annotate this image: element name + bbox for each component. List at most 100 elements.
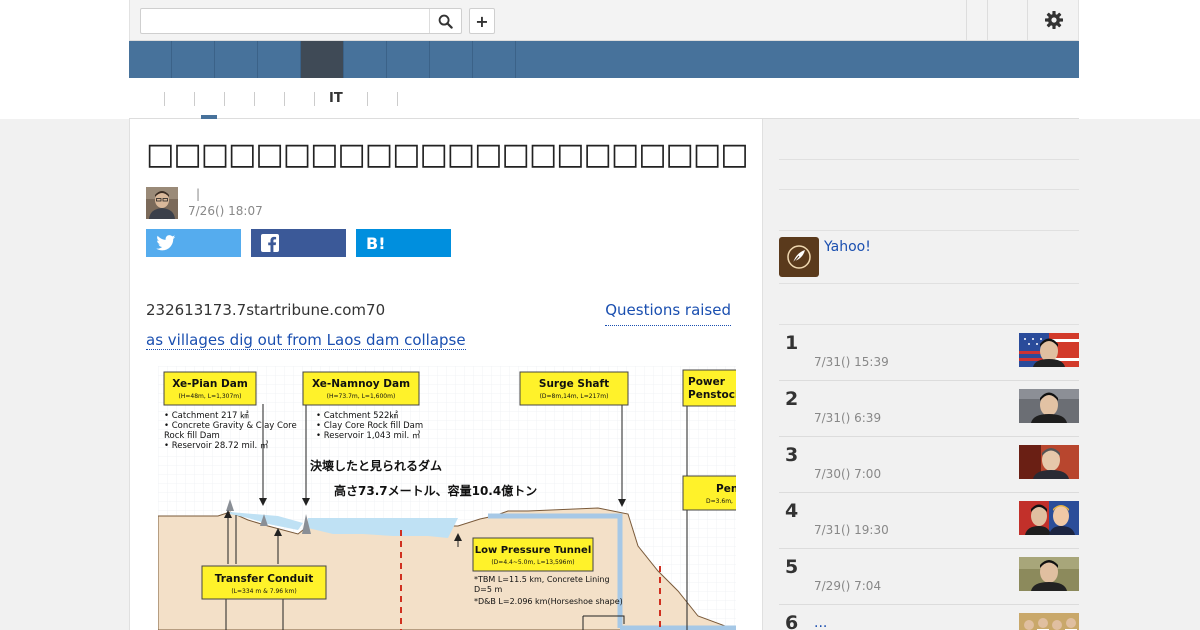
nav-tab[interactable] — [473, 41, 516, 78]
sidebar-divider — [779, 159, 1079, 160]
conduit-title: Transfer Conduit — [215, 573, 314, 585]
article-body: 232613173.7startribune.com70 Questions r… — [146, 295, 731, 355]
jp-caption: 高さ73.7メートル、容量10.4億トン — [334, 483, 537, 498]
nav-tab[interactable] — [172, 41, 215, 78]
xenamnoy-sub: (H=73.7m, L=1,600m) — [327, 393, 396, 400]
rank-thumbnail — [1019, 445, 1079, 479]
sidebar-divider — [779, 230, 1079, 231]
rank-title[interactable]: ... — [814, 615, 827, 630]
ranking-item[interactable]: 3 7/30() 7:00 — [779, 437, 1079, 493]
feather-icon[interactable] — [779, 237, 819, 277]
subnav-divider — [397, 92, 398, 106]
search-box — [140, 8, 462, 34]
body-text: 232613173.7startribune.com70 — [146, 301, 386, 319]
rank-number: 2 — [785, 388, 799, 410]
xepian-sub: (H=48m, L=1,307m) — [179, 393, 242, 400]
nav-tab[interactable] — [387, 41, 430, 78]
rank-date: 7/29() 7:04 — [814, 579, 882, 593]
rank-thumbnail — [1019, 501, 1079, 535]
tunnel-title: Low Pressure Tunnel — [475, 545, 592, 556]
xepian-title: Xe-Pian Dam — [172, 378, 248, 390]
rank-date: 7/31() 6:39 — [814, 411, 882, 425]
tunnel-sub: (D=4.4~5.0m, L=13,596m) — [491, 559, 574, 566]
toolbar-divider — [1027, 0, 1028, 40]
xenamnoy-note: • Catchment 522㎢ — [316, 411, 398, 421]
nav-tab[interactable] — [344, 41, 387, 78]
hatena-icon: B! — [366, 233, 386, 253]
rank-number: 3 — [785, 444, 799, 466]
tunnel-note: D=5 m — [474, 585, 502, 594]
rank-number: 1 — [785, 332, 799, 354]
article: □□□□□□□□□□□□□□□□□□□□□□ | 7/26() 18:07 B!… — [129, 119, 763, 630]
search-button[interactable] — [429, 9, 461, 33]
subnav-divider — [367, 92, 368, 106]
toolbar-divider — [987, 0, 988, 40]
sidebar: Yahoo! 1 7/31() 15:39 2 7/31() 6:39 3 7/… — [779, 119, 1079, 630]
facebook-share-button[interactable] — [251, 229, 346, 257]
nav-tab[interactable] — [129, 41, 172, 78]
rank-date: 7/30() 7:00 — [814, 467, 882, 481]
ranking-item[interactable]: 4 7/31() 19:30 — [779, 493, 1079, 549]
xepian-note: • Concrete Gravity & Clay Core — [164, 421, 297, 431]
rank-number: 5 — [785, 556, 799, 578]
ranking-item[interactable]: 6 ... — [779, 605, 1079, 630]
rank-number: 6 — [785, 612, 799, 630]
subnav-item-it[interactable]: IT — [329, 91, 343, 107]
tunnel-note: *D&B L=2.096 km(Horseshoe shape) — [474, 597, 623, 606]
nav-tab[interactable] — [430, 41, 473, 78]
tunnel-note: *TBM L=11.5 km, Concrete Lining — [474, 575, 610, 584]
nav-tab[interactable] — [258, 41, 301, 78]
publish-date: 7/26() 18:07 — [188, 204, 263, 218]
ranking-item[interactable]: 1 7/31() 15:39 — [779, 325, 1079, 381]
xenamnoy-note: • Reservoir 1,043 mil. ㎥ — [316, 431, 421, 441]
hatena-bookmark-button[interactable]: B! — [356, 229, 451, 257]
rank-thumbnail — [1019, 389, 1079, 423]
conduit-sub: (L=334 m & 7.96 km) — [231, 588, 296, 595]
toolbar-divider — [966, 0, 967, 40]
nav-tab[interactable] — [215, 41, 258, 78]
search-input[interactable] — [141, 9, 429, 33]
power-title-2: Penstock — [688, 389, 736, 401]
article-headline: □□□□□□□□□□□□□□□□□□□□□□ — [146, 137, 749, 172]
subnav-divider — [194, 92, 195, 106]
xepian-note: • Catchment 217 ㎢ — [164, 411, 249, 421]
subnav-divider — [314, 92, 315, 106]
power-title: Power — [688, 376, 726, 388]
surge-sub: (D=8m,14m, L=217m) — [540, 393, 609, 400]
pen-sub: D=3.6m, — [706, 498, 733, 505]
twitter-icon — [156, 235, 176, 251]
ranking-item[interactable]: 2 7/31() 6:39 — [779, 381, 1079, 437]
rank-thumbnail — [1019, 333, 1079, 367]
search-icon — [438, 14, 453, 29]
add-button[interactable]: + — [469, 8, 495, 34]
subnav-divider — [224, 92, 225, 106]
twitter-share-button[interactable] — [146, 229, 241, 257]
subnav-divider — [164, 92, 165, 106]
source-link[interactable]: Questions raised — [605, 295, 731, 326]
surge-title: Surge Shaft — [539, 378, 609, 390]
xepian-note: Rock fill Dam — [164, 431, 220, 441]
rank-thumbnail — [1019, 613, 1079, 630]
sidebar-divider — [779, 283, 1079, 284]
rank-thumbnail — [1019, 557, 1079, 591]
xenamnoy-title: Xe-Namnoy Dam — [312, 378, 410, 390]
ranking-item[interactable]: 5 7/29() 7:04 — [779, 549, 1079, 605]
author-avatar[interactable] — [146, 187, 178, 219]
source-link-continued[interactable]: as villages dig out from Laos dam collap… — [146, 331, 466, 350]
subnav-divider — [284, 92, 285, 106]
subnav-divider — [254, 92, 255, 106]
category-nav — [129, 41, 1079, 78]
rank-date: 7/31() 15:39 — [814, 355, 889, 369]
nav-tab-active[interactable] — [301, 41, 344, 78]
promo-link[interactable]: Yahoo! — [824, 239, 871, 255]
sub-category-nav: IT — [129, 78, 1079, 119]
gear-icon[interactable] — [1044, 10, 1064, 30]
xepian-note: • Reservoir 28.72 mil. ㎥ — [164, 441, 269, 451]
xenamnoy-note: • Clay Core Rock fill Dam — [316, 421, 423, 431]
byline-separator: | — [196, 187, 201, 201]
sidebar-divider — [779, 189, 1079, 190]
toolbar: + — [129, 0, 1079, 41]
dam-diagram-image: Xe-Pian Dam (H=48m, L=1,307m) • Catchmen… — [158, 366, 736, 630]
rank-number: 4 — [785, 500, 799, 522]
rank-date: 7/31() 19:30 — [814, 523, 889, 537]
